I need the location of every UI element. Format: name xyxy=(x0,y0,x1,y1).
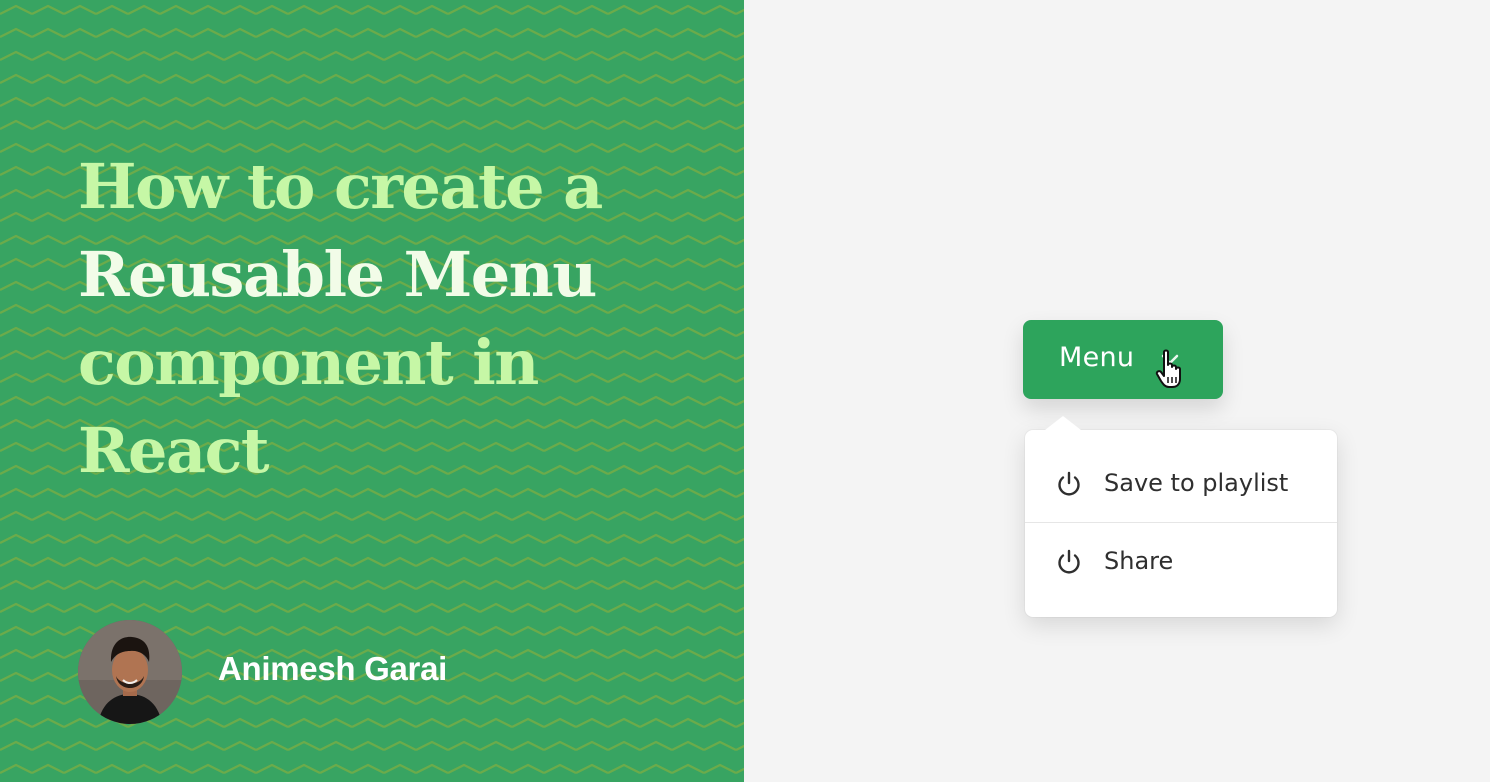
menu-item-share[interactable]: Share xyxy=(1025,523,1337,601)
menu-item-save-to-playlist[interactable]: Save to playlist xyxy=(1025,445,1337,523)
title-line-3: component in xyxy=(78,326,539,399)
menu-item-label: Share xyxy=(1104,547,1174,575)
dropdown-menu: Save to playlist Share xyxy=(1025,416,1337,617)
left-panel: How to create a Reusable Menu component … xyxy=(0,0,744,782)
avatar xyxy=(78,620,182,724)
hand-pointer-icon xyxy=(1155,349,1181,388)
menu-item-label: Save to playlist xyxy=(1104,469,1289,497)
dropdown-arrow xyxy=(1045,416,1081,430)
avatar-photo xyxy=(78,620,182,724)
author-name: Animesh Garai xyxy=(218,650,448,687)
page-title: How to create a Reusable Menu component … xyxy=(78,143,698,495)
power-icon xyxy=(1058,549,1080,574)
title-line-2: Reusable Menu xyxy=(78,238,597,311)
title-line-1: How to create a xyxy=(78,150,603,223)
power-icon xyxy=(1058,471,1080,496)
menu-button[interactable]: Menu xyxy=(1023,320,1223,399)
menu-button-label: Menu xyxy=(1059,342,1135,373)
title-line-4: React xyxy=(78,414,270,487)
